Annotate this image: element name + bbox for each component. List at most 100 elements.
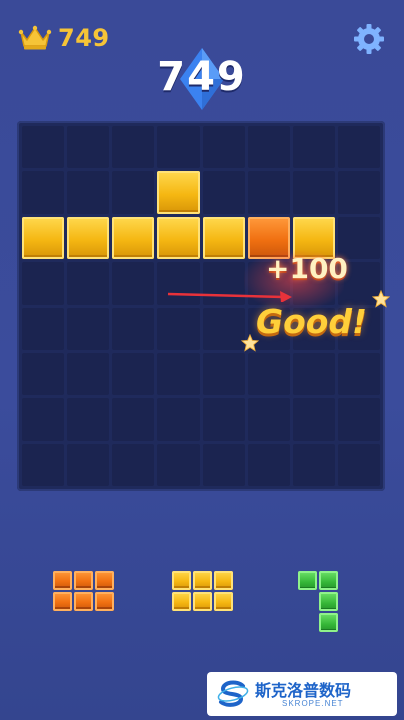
- board-cell[interactable]: [337, 171, 380, 214]
- board-cell[interactable]: [202, 443, 245, 486]
- yellow-block: [172, 571, 191, 590]
- green-block: [319, 613, 338, 632]
- yellow-block-face: [214, 571, 233, 590]
- board-cell[interactable]: [202, 307, 245, 350]
- board-cell[interactable]: [67, 443, 110, 486]
- board-cell[interactable]: [247, 443, 290, 486]
- green-block: [298, 571, 317, 590]
- board-cell[interactable]: [67, 171, 110, 214]
- board-cell[interactable]: [67, 262, 110, 305]
- board-cell[interactable]: [67, 216, 110, 260]
- yellow-block-face: [172, 592, 191, 611]
- watermark: 斯克洛普数码 SKROPE.NET: [207, 672, 397, 716]
- orange-block-face: [53, 571, 72, 590]
- yellow-block-face: [193, 592, 212, 611]
- board-cell[interactable]: [157, 307, 200, 350]
- board-cell[interactable]: [112, 398, 155, 441]
- board-cell[interactable]: [112, 307, 155, 350]
- board-cell[interactable]: [22, 216, 65, 260]
- yellow-block: [157, 216, 200, 260]
- yellow-2x3-piece[interactable]: [172, 571, 233, 611]
- score-value: 749: [157, 54, 247, 100]
- board-cell[interactable]: [202, 126, 245, 169]
- board-cell[interactable]: [157, 216, 200, 260]
- board-cell[interactable]: [292, 398, 335, 441]
- board-cell[interactable]: [112, 216, 155, 260]
- board-cell[interactable]: [202, 352, 245, 396]
- board-cell[interactable]: [292, 352, 335, 396]
- orange-2x3-piece[interactable]: [53, 571, 114, 611]
- yellow-block: [172, 592, 191, 611]
- bonus-points: +100: [266, 252, 348, 285]
- yellow-block: [112, 216, 155, 260]
- board-cell[interactable]: [202, 216, 245, 260]
- yellow-block: [157, 171, 200, 214]
- yellow-block: [193, 592, 212, 611]
- yellow-block: [214, 592, 233, 611]
- star-icon: [372, 290, 390, 308]
- board-cell[interactable]: [67, 352, 110, 396]
- orange-block: [53, 592, 72, 611]
- board-cell[interactable]: [292, 126, 335, 169]
- board-cell[interactable]: [157, 126, 200, 169]
- board-cell[interactable]: [22, 171, 65, 214]
- board-cell[interactable]: [112, 352, 155, 396]
- green-block: [319, 571, 338, 590]
- green-block-face: [319, 592, 338, 611]
- orange-block: [74, 571, 93, 590]
- board-cell[interactable]: [202, 398, 245, 441]
- board-cell[interactable]: [22, 262, 65, 305]
- yellow-block-face: [214, 592, 233, 611]
- board-cell[interactable]: [157, 398, 200, 441]
- star-icon: [241, 334, 259, 352]
- orange-block-face: [74, 592, 93, 611]
- watermark-title: 斯克洛普数码: [255, 681, 352, 700]
- board-cell[interactable]: [112, 443, 155, 486]
- orange-block-face: [95, 592, 114, 611]
- yellow-block: [67, 216, 110, 260]
- board-cell[interactable]: [247, 126, 290, 169]
- board-cell[interactable]: [202, 171, 245, 214]
- board-cell[interactable]: [112, 262, 155, 305]
- board-cell[interactable]: [22, 398, 65, 441]
- board-cell[interactable]: [112, 171, 155, 214]
- green-block-face: [319, 571, 338, 590]
- current-score: 749: [0, 48, 404, 110]
- board-cell[interactable]: [22, 307, 65, 350]
- board-cell[interactable]: [22, 352, 65, 396]
- yellow-block-face: [193, 571, 212, 590]
- board-cell[interactable]: [112, 126, 155, 169]
- board-cell[interactable]: [67, 307, 110, 350]
- board-cell[interactable]: [337, 126, 380, 169]
- board-cell[interactable]: [22, 126, 65, 169]
- board-cell[interactable]: [292, 443, 335, 486]
- board-cell[interactable]: [67, 126, 110, 169]
- praise-text: Good!: [256, 302, 368, 341]
- board-cell[interactable]: [67, 398, 110, 441]
- orange-block: [53, 571, 72, 590]
- yellow-block: [22, 216, 65, 260]
- board-cell[interactable]: [292, 171, 335, 214]
- piece-tray: [0, 545, 404, 655]
- yellow-block-face: [172, 571, 191, 590]
- orange-block-face: [74, 571, 93, 590]
- board-cell[interactable]: [157, 171, 200, 214]
- board-cell[interactable]: [337, 352, 380, 396]
- board-cell[interactable]: [247, 352, 290, 396]
- board-cell[interactable]: [337, 443, 380, 486]
- yellow-block: [202, 216, 245, 260]
- site-logo-icon: [217, 680, 249, 707]
- empty-slot: [298, 613, 317, 632]
- green-l-piece[interactable]: [298, 571, 338, 632]
- board-cell[interactable]: [247, 398, 290, 441]
- empty-slot: [298, 592, 317, 611]
- green-block: [319, 592, 338, 611]
- board-cell[interactable]: [22, 443, 65, 486]
- board-cell[interactable]: [157, 352, 200, 396]
- board-cell[interactable]: [157, 443, 200, 486]
- board-cell[interactable]: [247, 171, 290, 214]
- board-cell[interactable]: [337, 398, 380, 441]
- green-block-face: [298, 571, 317, 590]
- orange-block-face: [95, 571, 114, 590]
- orange-block-face: [53, 592, 72, 611]
